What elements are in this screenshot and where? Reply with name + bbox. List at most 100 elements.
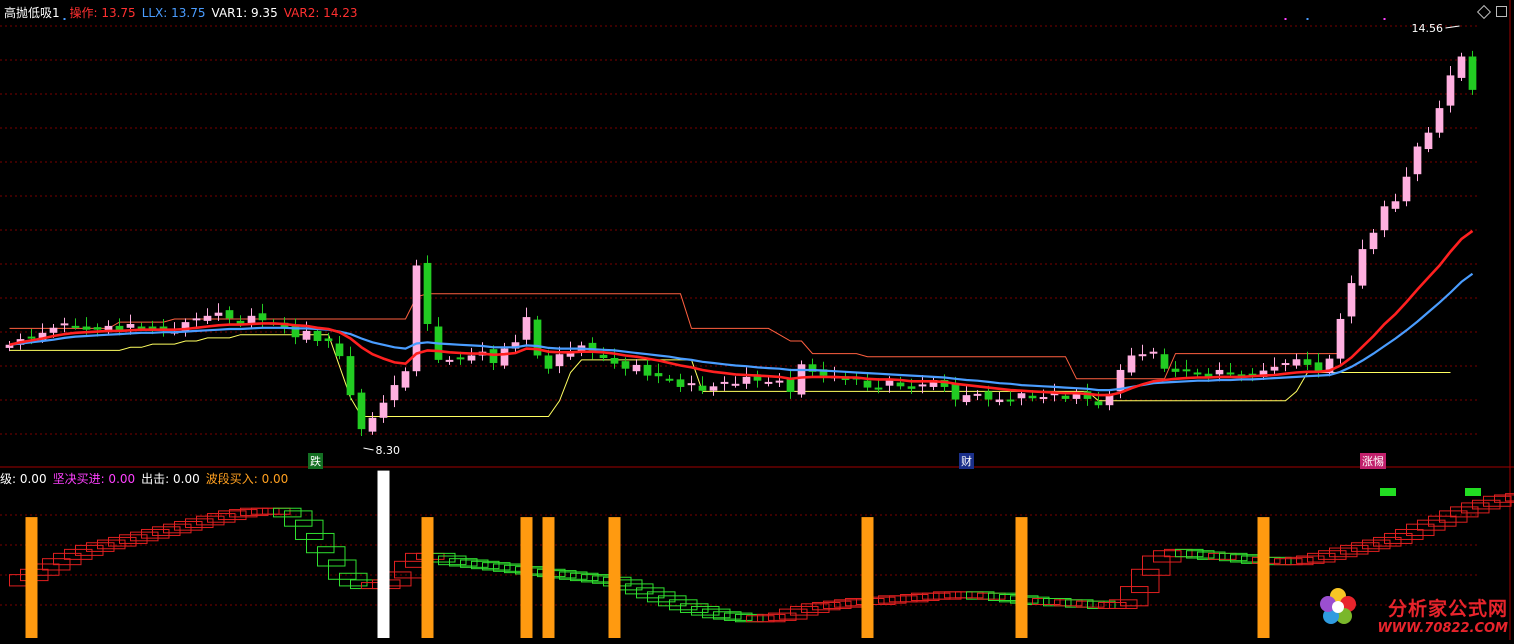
candle-up <box>633 365 641 371</box>
candle-down <box>985 391 993 399</box>
candle-up <box>1337 319 1345 359</box>
oscillator-box <box>153 527 181 536</box>
candle-down <box>644 365 652 376</box>
oscillator-box <box>98 540 126 549</box>
signal-bar <box>1258 517 1270 638</box>
oscillator-box <box>76 545 104 555</box>
high-price-label: 14.56 <box>1412 22 1444 35</box>
oscillator-box <box>1132 569 1160 592</box>
signal-bar <box>422 517 434 638</box>
candle-up <box>1271 367 1279 371</box>
candle-down <box>655 373 663 376</box>
candle-up <box>1381 206 1389 230</box>
oscillator-box <box>670 600 698 610</box>
oscillator-box <box>1429 516 1457 526</box>
top-marker <box>1285 18 1287 20</box>
signal-bar <box>609 517 621 638</box>
sub-header-value-0: 级: 0.00 <box>0 472 47 486</box>
kline-chart[interactable]: 14.56 8.30 <box>0 0 1514 640</box>
candle-up <box>556 354 564 366</box>
oscillator-box <box>164 524 192 533</box>
candle-down <box>314 331 322 341</box>
candle-down <box>138 327 146 329</box>
oscillator-box <box>1363 540 1391 549</box>
main-header-value-0: 操作: 13.75 <box>69 6 135 20</box>
candle-up <box>721 382 729 384</box>
candle-up <box>776 381 784 383</box>
low-price-label: 8.30 <box>376 444 401 457</box>
candle-up <box>710 386 718 390</box>
high-price-pointer <box>1446 26 1460 28</box>
low-price-pointer <box>364 448 374 450</box>
candle-up <box>919 384 927 386</box>
sub-indicator-header: 级: 0.00坚决买进: 0.00出击: 0.00波段买入: 0.00 <box>0 470 294 487</box>
candle-up <box>1139 354 1147 356</box>
candle-up <box>468 355 476 360</box>
candle-down <box>611 358 619 364</box>
candle-up <box>1348 283 1356 316</box>
candle-up <box>1040 397 1048 399</box>
candle-down <box>1029 396 1037 399</box>
candle-down <box>952 384 960 399</box>
candle-down <box>677 379 685 387</box>
candle-up <box>963 395 971 402</box>
candle-down <box>1315 362 1323 370</box>
candle-up <box>974 394 982 396</box>
oscillator-box <box>120 535 148 544</box>
oscillator-box <box>285 511 313 526</box>
candle-up <box>996 400 1004 403</box>
signal-bar <box>521 517 533 638</box>
oscillator-box <box>197 516 225 525</box>
candle-up <box>1150 352 1158 354</box>
top-marker <box>1307 18 1309 20</box>
oscillator-box <box>692 606 720 615</box>
candle-up <box>743 377 751 384</box>
candle-down <box>336 344 344 357</box>
candle-up <box>391 385 399 400</box>
oscillator-box <box>87 543 115 552</box>
oscillator-box <box>142 529 170 538</box>
sub-header-value-1: 坚决买进: 0.00 <box>53 472 136 486</box>
oscillator-box <box>296 520 324 539</box>
candle-down <box>787 378 795 392</box>
signal-bar <box>1016 517 1028 638</box>
candle-up <box>380 403 388 418</box>
sub-header-value-3: 波段买入: 0.00 <box>206 472 289 486</box>
candle-down <box>1183 369 1191 371</box>
candle-down <box>1194 372 1202 374</box>
oscillator-box <box>648 592 676 602</box>
tag-cai: 财 <box>959 453 974 469</box>
candle-down <box>424 263 432 324</box>
oscillator-box <box>1319 551 1347 560</box>
candle-down <box>666 379 674 381</box>
watermark: 分析家公式网 WWW.70822.COM <box>1377 594 1508 636</box>
oscillator-box <box>1341 545 1369 554</box>
indicator-name: 高抛低吸1 <box>4 6 60 20</box>
candle-down <box>28 337 36 339</box>
main-header-value-3: VAR2: 14.23 <box>284 6 358 20</box>
oscillator-box <box>1451 507 1479 517</box>
oscillator-box <box>395 561 423 578</box>
tag-die: 跌 <box>308 453 323 469</box>
flower-logo-icon <box>1318 586 1358 626</box>
candle-up <box>765 382 773 384</box>
candle-down <box>1469 57 1477 90</box>
oscillator-box <box>175 522 203 531</box>
candle-up <box>1414 147 1422 175</box>
candle-up <box>1370 233 1378 249</box>
candle-down <box>72 326 80 328</box>
oscillator-box <box>65 549 93 559</box>
square-icon[interactable] <box>1496 6 1507 17</box>
oscillator-box <box>1385 533 1413 543</box>
candle-up <box>1425 133 1433 149</box>
candle-up <box>1403 177 1411 202</box>
candle-up <box>127 324 135 328</box>
candle-down <box>908 386 916 389</box>
candle-down <box>325 338 333 341</box>
candle-down <box>699 386 707 391</box>
candle-up <box>303 331 311 340</box>
chart-stage[interactable]: 14.568.30 高抛低吸1 操作: 13.75LLX: 13.75VAR1:… <box>0 0 1514 640</box>
candle-up <box>1216 370 1224 374</box>
oscillator-box <box>274 508 302 517</box>
candle-down <box>622 361 630 369</box>
